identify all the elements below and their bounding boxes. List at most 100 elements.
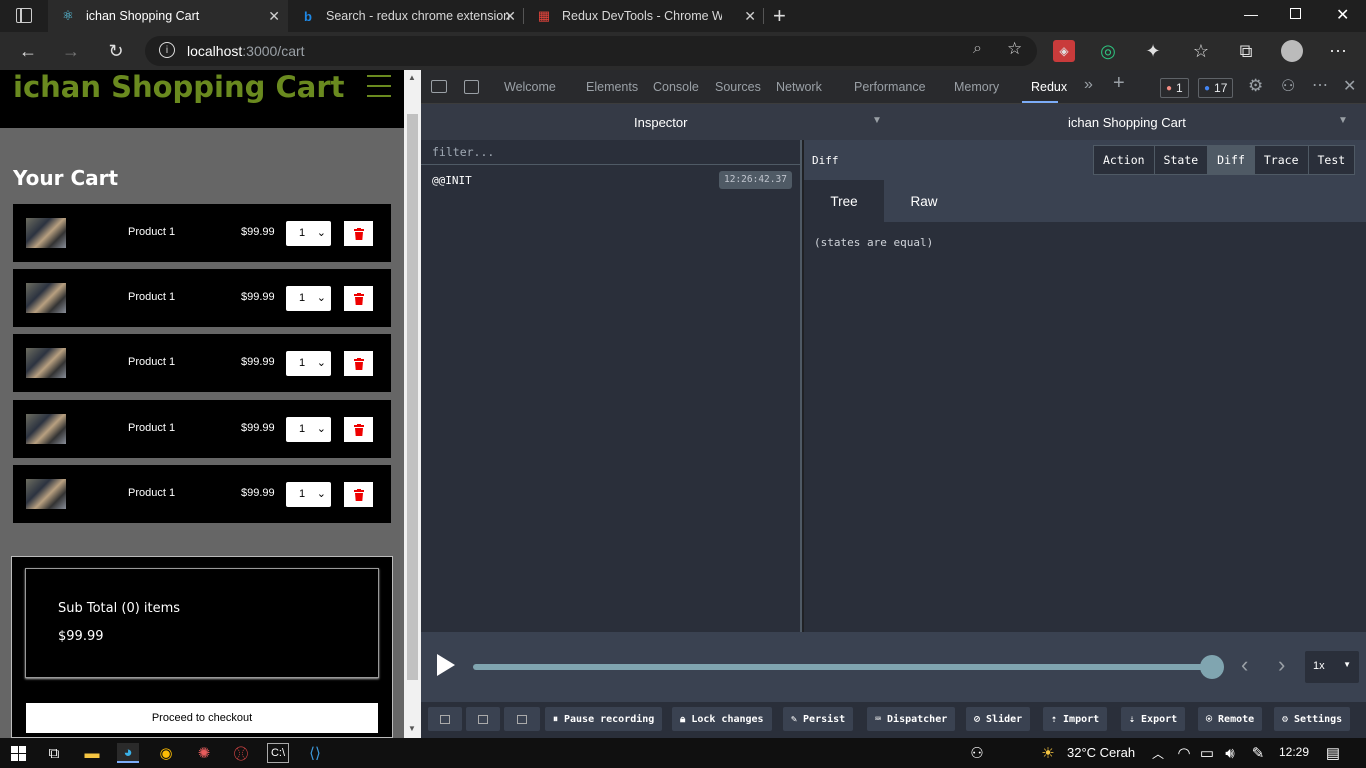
- vscode-icon[interactable]: ⟨⟩: [304, 743, 326, 763]
- tab-trace[interactable]: Trace: [1254, 146, 1309, 174]
- action-list-item[interactable]: @@INIT 12:26:42.37: [421, 170, 800, 190]
- close-icon[interactable]: ✕: [268, 8, 280, 25]
- quantity-select[interactable]: 1 ⌄: [286, 482, 331, 507]
- site-title[interactable]: ichan Shopping Cart: [13, 70, 345, 104]
- product-name[interactable]: Product 1: [128, 487, 175, 499]
- quantity-select[interactable]: 1 ⌄: [286, 351, 331, 376]
- close-devtools-icon[interactable]: ✕: [1343, 76, 1356, 96]
- quantity-select[interactable]: 1 ⌄: [286, 221, 331, 246]
- collections-icon[interactable]: ⧉: [1235, 40, 1257, 62]
- quantity-select[interactable]: 1 ⌄: [286, 417, 331, 442]
- tab-sources[interactable]: Sources: [715, 80, 761, 94]
- layout-right-button[interactable]: [466, 707, 500, 731]
- extensions-puzzle-icon[interactable]: ✦: [1142, 40, 1164, 62]
- settings-gear-icon[interactable]: ⚙: [1248, 76, 1263, 96]
- forward-icon[interactable]: →: [60, 40, 82, 62]
- tab-memory[interactable]: Memory: [954, 80, 999, 94]
- edge-browser-icon[interactable]: ◕: [117, 743, 139, 763]
- slider-track[interactable]: [473, 664, 1211, 670]
- tab-redux[interactable]: Redux: [1031, 80, 1067, 94]
- favorite-star-icon[interactable]: ☆: [1007, 39, 1022, 59]
- checkout-button[interactable]: Proceed to checkout: [26, 703, 378, 733]
- weather-icon[interactable]: ☀: [1037, 743, 1059, 763]
- tab-shopping-cart[interactable]: ⚛ ichan Shopping Cart ✕: [48, 0, 288, 32]
- tab-action[interactable]: Action: [1094, 146, 1155, 174]
- site-info-icon[interactable]: i: [159, 42, 175, 58]
- product-name[interactable]: Product 1: [128, 291, 175, 303]
- chrome-icon[interactable]: ◉: [155, 743, 177, 763]
- next-icon[interactable]: ›: [1278, 652, 1285, 678]
- chevron-up-icon[interactable]: ︿: [1147, 743, 1169, 763]
- minimize-button[interactable]: —: [1244, 6, 1258, 22]
- tab-test[interactable]: Test: [1308, 146, 1355, 174]
- export-button[interactable]: ⇣ Export: [1121, 707, 1186, 731]
- favorites-icon[interactable]: ☆: [1190, 40, 1212, 62]
- refresh-icon[interactable]: ↻: [105, 40, 127, 62]
- more-menu-icon[interactable]: ⋯: [1327, 40, 1349, 62]
- import-button[interactable]: ⇡ Import: [1043, 707, 1108, 731]
- page-scrollbar[interactable]: ▲ ▼: [404, 70, 421, 738]
- tab-elements[interactable]: Elements: [586, 80, 638, 94]
- people-icon[interactable]: ⚇: [966, 743, 988, 763]
- close-icon[interactable]: ✕: [504, 8, 516, 25]
- task-view-icon[interactable]: ⧉: [43, 743, 65, 763]
- file-explorer-icon[interactable]: ▬: [81, 743, 103, 763]
- tab-actions-icon[interactable]: [16, 8, 32, 23]
- tab-raw[interactable]: Raw: [884, 180, 964, 222]
- clock[interactable]: 12:29: [1279, 745, 1309, 759]
- hamburger-menu-icon[interactable]: [367, 75, 391, 97]
- product-name[interactable]: Product 1: [128, 226, 175, 238]
- play-icon[interactable]: [437, 654, 455, 676]
- volume-icon[interactable]: 🔊︎: [1219, 743, 1241, 763]
- action-filter-input[interactable]: filter...: [421, 140, 800, 165]
- address-bar[interactable]: i localhost:3000/cart ⌕ ☆: [145, 36, 1037, 66]
- scroll-down-arrow[interactable]: ▼: [408, 724, 416, 733]
- tab-chrome-webstore[interactable]: ▦ Redux DevTools - Chrome Web S ✕: [524, 0, 764, 32]
- inspect-element-icon[interactable]: [431, 80, 447, 93]
- tab-state[interactable]: State: [1154, 146, 1209, 174]
- close-icon[interactable]: ✕: [744, 8, 756, 25]
- more-tabs-icon[interactable]: »: [1084, 76, 1093, 94]
- more-options-icon[interactable]: ⋯: [1312, 75, 1328, 95]
- extension-circle-icon[interactable]: ◎: [1097, 40, 1119, 62]
- back-icon[interactable]: ←: [17, 40, 39, 62]
- device-toolbar-icon[interactable]: [464, 80, 479, 94]
- tab-welcome[interactable]: Welcome: [504, 80, 556, 94]
- tab-network[interactable]: Network: [776, 80, 822, 94]
- delete-button[interactable]: [344, 351, 373, 376]
- new-tab-button[interactable]: +: [773, 3, 786, 29]
- add-tab-icon[interactable]: +: [1113, 72, 1125, 95]
- delete-button[interactable]: [344, 221, 373, 246]
- scroll-up-arrow[interactable]: ▲: [408, 73, 416, 82]
- delete-button[interactable]: [344, 417, 373, 442]
- previous-icon[interactable]: ‹: [1241, 652, 1248, 678]
- tab-diff[interactable]: Diff: [1208, 146, 1255, 174]
- lock-changes-button[interactable]: 🔒︎ Lock changes: [672, 707, 772, 731]
- slider-handle[interactable]: [1200, 655, 1224, 679]
- playback-speed-select[interactable]: 1x ▼: [1305, 651, 1359, 683]
- pause-recording-button[interactable]: ⏸ Pause recording: [545, 707, 663, 731]
- slider-button[interactable]: ⊘ Slider: [966, 707, 1031, 731]
- layout-left-button[interactable]: [428, 707, 462, 731]
- layout-bottom-button[interactable]: [504, 707, 540, 731]
- monitor-select[interactable]: Inspector ▼: [421, 104, 891, 140]
- delete-button[interactable]: [344, 286, 373, 311]
- error-count-badge[interactable]: ● 1: [1160, 78, 1189, 98]
- tab-tree[interactable]: Tree: [804, 180, 884, 222]
- product-thumbnail[interactable]: [26, 479, 66, 509]
- dispatcher-button[interactable]: ⌨ Dispatcher: [867, 707, 956, 731]
- profile-avatar[interactable]: [1281, 40, 1303, 62]
- restore-button[interactable]: [1290, 8, 1301, 19]
- quantity-select[interactable]: 1 ⌄: [286, 286, 331, 311]
- terminal-icon[interactable]: C:\: [267, 743, 289, 763]
- delete-button[interactable]: [344, 482, 373, 507]
- battery-icon[interactable]: ▭: [1196, 743, 1218, 763]
- product-name[interactable]: Product 1: [128, 356, 175, 368]
- notifications-icon[interactable]: ▤: [1322, 743, 1344, 763]
- product-thumbnail[interactable]: [26, 283, 66, 313]
- zoom-icon[interactable]: ⌕: [973, 40, 982, 58]
- product-thumbnail[interactable]: [26, 348, 66, 378]
- persist-button[interactable]: ✎ Persist: [783, 707, 854, 731]
- app-icon[interactable]: ✺: [193, 743, 215, 763]
- settings-button[interactable]: ⚙ Settings: [1274, 707, 1351, 731]
